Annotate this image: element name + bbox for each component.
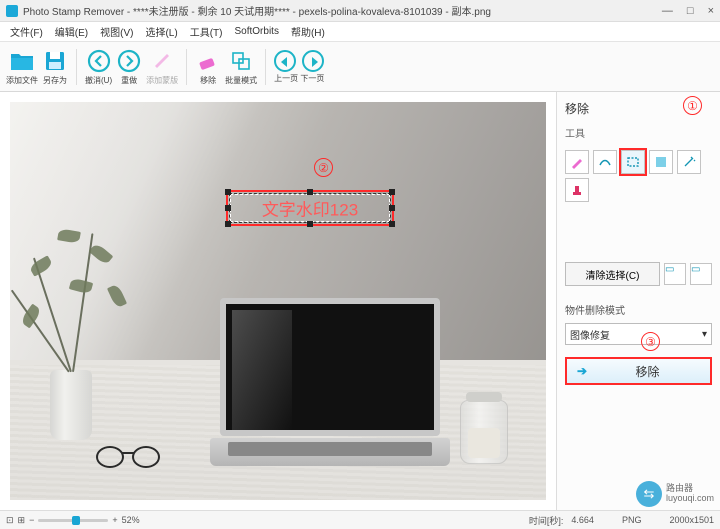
zoom-slider[interactable]: [38, 519, 108, 522]
main-area: 文字水印123 ② 移除 ① 工具 清除选择(C): [0, 92, 720, 510]
toolbar-separator: [186, 49, 187, 85]
photo-glasses: [96, 446, 170, 472]
selection-rectangle[interactable]: 文字水印123: [226, 190, 394, 226]
remove-button[interactable]: ➔ 移除: [565, 357, 712, 385]
zoom-fit-icon[interactable]: ⊡: [6, 515, 14, 526]
resize-handle[interactable]: [307, 189, 313, 195]
annotation-1: ①: [683, 96, 702, 115]
tool-color-select[interactable]: [649, 150, 673, 174]
app-icon: [6, 5, 18, 17]
photo-preview: 文字水印123 ②: [10, 102, 546, 500]
window-title: Photo Stamp Remover - ****未注册版 - 剩余 10 天…: [23, 3, 662, 18]
menubar: 文件(F) 编辑(E) 视图(V) 选择(L) 工具(T) SoftOrbits…: [0, 22, 720, 42]
invert-button[interactable]: ▭: [690, 263, 712, 285]
mode-label: 物件删除模式: [565, 302, 712, 317]
tools-label: 工具: [565, 125, 712, 140]
canvas-area[interactable]: 文字水印123 ②: [0, 92, 556, 510]
dimensions-label: 2000x1501: [669, 515, 714, 525]
clear-selection-button[interactable]: 清除选择(C): [565, 262, 660, 286]
tool-row: [565, 150, 712, 202]
window-close[interactable]: ×: [708, 5, 714, 17]
format-label: PNG: [622, 515, 642, 525]
resize-handle[interactable]: [225, 221, 231, 227]
toolbar-separator: [265, 49, 266, 85]
resize-handle[interactable]: [389, 221, 395, 227]
zoom-in-icon[interactable]: +: [112, 515, 117, 525]
tool-save-as[interactable]: 另存为: [42, 48, 68, 86]
prev-page-button[interactable]: [274, 50, 296, 72]
menu-edit[interactable]: 编辑(E): [49, 24, 94, 39]
resize-handle[interactable]: [389, 205, 395, 211]
tool-batch[interactable]: 批量模式: [225, 48, 257, 86]
tool-nav: 上一页 下一页: [274, 50, 324, 84]
menu-view[interactable]: 视图(V): [94, 24, 139, 39]
photo-jar: [460, 400, 508, 464]
menu-select[interactable]: 选择(L): [139, 24, 183, 39]
time-value: 4.664: [571, 515, 594, 525]
next-page-button[interactable]: [302, 50, 324, 72]
zoom-out-icon[interactable]: −: [29, 515, 34, 525]
annotation-2: ②: [314, 158, 333, 177]
tool-redo[interactable]: 重做: [116, 48, 142, 86]
statusbar: ⊡ ⊞ − + 52% 时间[秒]: 4.664 PNG 2000x1501: [0, 510, 720, 529]
window-minimize[interactable]: —: [662, 5, 673, 17]
side-panel: 移除 ① 工具 清除选择(C) ▭ ▭ 物件删除模式 图像修复 ▾ ➔ 移除 ③: [556, 92, 720, 510]
chevron-down-icon: ▾: [702, 329, 707, 340]
tool-add-mask[interactable]: 添加蒙版: [146, 48, 178, 86]
window-maximize[interactable]: □: [687, 5, 694, 17]
router-icon: ⇆: [636, 481, 662, 507]
photo-laptop: [210, 298, 450, 466]
tool-undo[interactable]: 撤消(U): [85, 48, 112, 86]
resize-handle[interactable]: [307, 221, 313, 227]
deselect-button[interactable]: ▭: [664, 263, 686, 285]
annotation-3: ③: [641, 332, 660, 351]
toolbar-separator: [76, 49, 77, 85]
photo-plant: [10, 220, 170, 440]
mode-select[interactable]: 图像修复 ▾: [565, 323, 712, 345]
tool-freehand[interactable]: [593, 150, 617, 174]
titlebar: Photo Stamp Remover - ****未注册版 - 剩余 10 天…: [0, 0, 720, 22]
watermark-text: 文字水印123: [262, 196, 358, 221]
tool-stamp[interactable]: [565, 178, 589, 202]
tool-add-file[interactable]: 添加文件: [6, 48, 38, 86]
resize-handle[interactable]: [225, 189, 231, 195]
watermark-logo: ⇆ 路由器 luyouqi.com: [636, 481, 714, 507]
menu-file[interactable]: 文件(F): [4, 24, 49, 39]
tool-marker[interactable]: [565, 150, 589, 174]
menu-softorbits[interactable]: SoftOrbits: [228, 26, 284, 37]
menu-help[interactable]: 帮助(H): [285, 24, 331, 39]
tool-rectangle-select[interactable]: [621, 150, 645, 174]
tool-magic-wand[interactable]: [677, 150, 701, 174]
zoom-actual-icon[interactable]: ⊞: [18, 515, 26, 526]
menu-tools[interactable]: 工具(T): [184, 24, 229, 39]
time-label: 时间[秒]:: [529, 514, 564, 527]
toolbar: 添加文件 另存为 撤消(U) 重做 添加蒙版 移除 批量模式 上一页 下一页: [0, 42, 720, 92]
zoom-value: 52%: [122, 515, 140, 525]
arrow-right-icon: ➔: [577, 364, 587, 378]
resize-handle[interactable]: [225, 205, 231, 211]
tool-remove[interactable]: 移除: [195, 48, 221, 86]
resize-handle[interactable]: [389, 189, 395, 195]
